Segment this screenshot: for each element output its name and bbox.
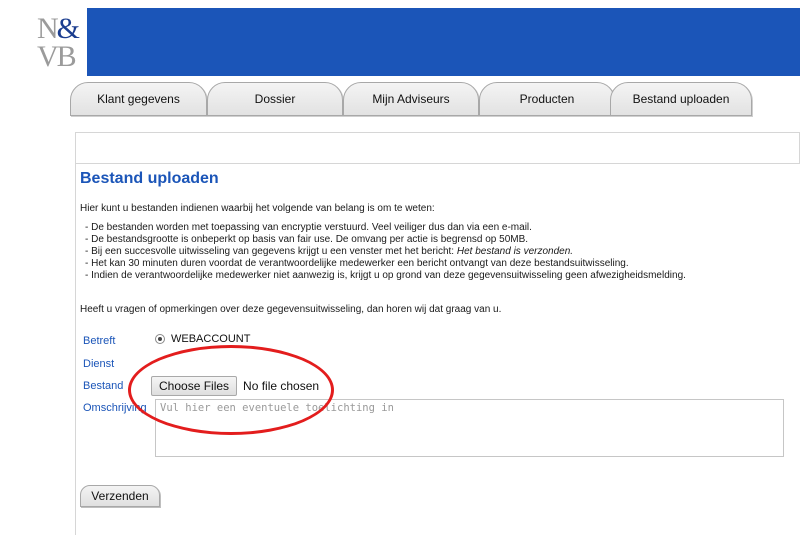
webaccount-radio[interactable] <box>155 334 165 344</box>
tab-dossier[interactable]: Dossier <box>207 82 343 116</box>
tab-bestand-uploaden[interactable]: Bestand uploaden <box>610 82 752 116</box>
logo-letters-vb: VB <box>37 40 77 73</box>
page-title: Bestand uploaden <box>80 170 219 187</box>
list-item: - Het kan 30 minuten duren voordat de ve… <box>85 258 629 269</box>
main-tabs: Klant gegevens Dossier Mijn Adviseurs Pr… <box>70 82 800 118</box>
list-item: - De bestandsgrootte is onbeperkt op bas… <box>85 234 529 245</box>
file-input[interactable]: Choose Files No file chosen <box>151 376 319 396</box>
verzenden-button[interactable]: Verzenden <box>80 485 160 507</box>
list-item: - Bij een succesvolle uitwisseling van g… <box>85 246 686 258</box>
contact-text: Heeft u vragen of opmerkingen over deze … <box>80 304 502 315</box>
betreft-label: Betreft <box>83 335 116 347</box>
tab-klant-gegevens[interactable]: Klant gegevens <box>70 82 207 116</box>
webaccount-radio-label[interactable]: WEBACCOUNT <box>171 333 250 345</box>
header-banner <box>87 8 800 76</box>
betreft-option[interactable]: WEBACCOUNT <box>155 333 250 345</box>
content-border <box>75 164 76 535</box>
list-item: - De bestanden worden met toepassing van… <box>85 222 532 233</box>
choose-files-button[interactable]: Choose Files <box>151 376 238 396</box>
info-list: - De bestanden worden met toepassing van… <box>85 222 686 282</box>
bestand-label: Bestand <box>83 380 124 392</box>
list-item: - Indien de verantwoordelijke medewerker… <box>85 270 686 281</box>
company-logo: N& VB <box>35 12 83 73</box>
sub-navigation-bar <box>75 132 800 164</box>
list-item-text: - Bij een succesvolle uitwisseling van g… <box>85 246 457 257</box>
omschrijving-label: Omschrijving <box>83 402 147 414</box>
tab-mijn-adviseurs[interactable]: Mijn Adviseurs <box>343 82 479 116</box>
file-status: No file chosen <box>243 379 320 393</box>
omschrijving-textarea[interactable]: Vul hier een eventuele toelichting in <box>155 399 784 457</box>
confirmation-message: Het bestand is verzonden. <box>456 246 574 257</box>
dienst-label: Dienst <box>83 358 115 370</box>
tab-producten[interactable]: Producten <box>479 82 615 116</box>
intro-text: Hier kunt u bestanden indienen waarbij h… <box>80 203 435 214</box>
